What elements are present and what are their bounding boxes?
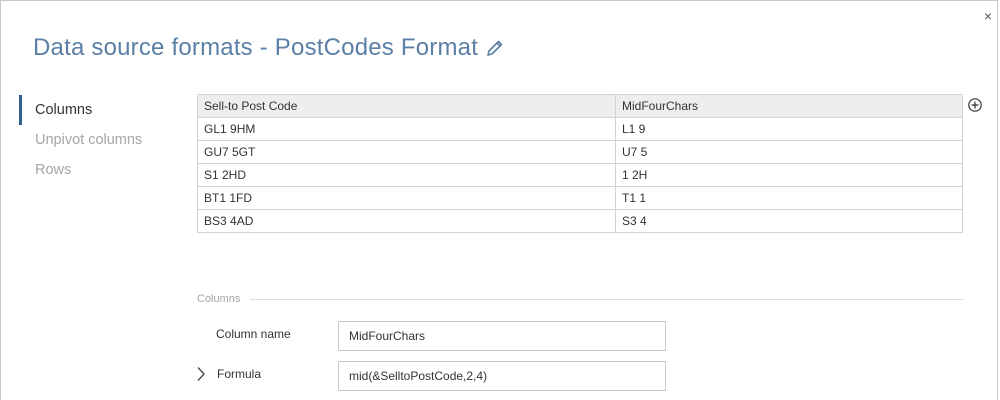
table-row: S1 2HD 1 2H <box>197 163 963 187</box>
table-row: GU7 5GT U7 5 <box>197 140 963 164</box>
columns-section-header: Columns <box>197 293 963 305</box>
dialog: × Data source formats - PostCodes Format… <box>0 0 998 400</box>
preview-grid: Sell-to Post Code MidFourChars GL1 9HM L… <box>197 94 963 233</box>
nav-item-columns[interactable]: Columns <box>19 95 179 125</box>
table-cell[interactable]: U7 5 <box>615 140 963 164</box>
table-cell[interactable]: GU7 5GT <box>197 140 616 164</box>
table-cell[interactable]: S3 4 <box>615 209 963 233</box>
table-row: BT1 1FD T1 1 <box>197 186 963 210</box>
table-cell[interactable]: GL1 9HM <box>197 117 616 141</box>
page-title: Data source formats - PostCodes Format <box>33 34 479 61</box>
table-row: BS3 4AD S3 4 <box>197 209 963 233</box>
close-icon[interactable]: × <box>980 8 996 24</box>
table-cell[interactable]: T1 1 <box>615 186 963 210</box>
section-label: Columns <box>197 293 241 305</box>
formula-label: Formula <box>217 367 262 381</box>
pencil-icon[interactable] <box>485 38 505 58</box>
left-nav: Columns Unpivot columns Rows <box>19 95 179 185</box>
section-divider <box>250 298 963 300</box>
column-header-sell-to-post-code[interactable]: Sell-to Post Code <box>197 94 616 118</box>
table-cell[interactable]: S1 2HD <box>197 163 616 187</box>
nav-item-unpivot-columns[interactable]: Unpivot columns <box>19 125 179 155</box>
title-row: Data source formats - PostCodes Format <box>33 31 505 65</box>
plus-circle-icon[interactable] <box>967 97 983 113</box>
column-header-midfourchars[interactable]: MidFourChars <box>615 94 963 118</box>
table-cell[interactable]: BS3 4AD <box>197 209 616 233</box>
nav-item-rows[interactable]: Rows <box>19 155 179 185</box>
grid-header-row: Sell-to Post Code MidFourChars <box>197 94 963 118</box>
table-cell[interactable]: BT1 1FD <box>197 186 616 210</box>
column-name-input[interactable] <box>338 321 666 351</box>
table-row: GL1 9HM L1 9 <box>197 117 963 141</box>
table-cell[interactable]: 1 2H <box>615 163 963 187</box>
column-name-label: Column name <box>216 327 291 341</box>
table-cell[interactable]: L1 9 <box>615 117 963 141</box>
formula-input[interactable] <box>338 361 666 391</box>
chevron-right-icon[interactable] <box>195 366 207 382</box>
